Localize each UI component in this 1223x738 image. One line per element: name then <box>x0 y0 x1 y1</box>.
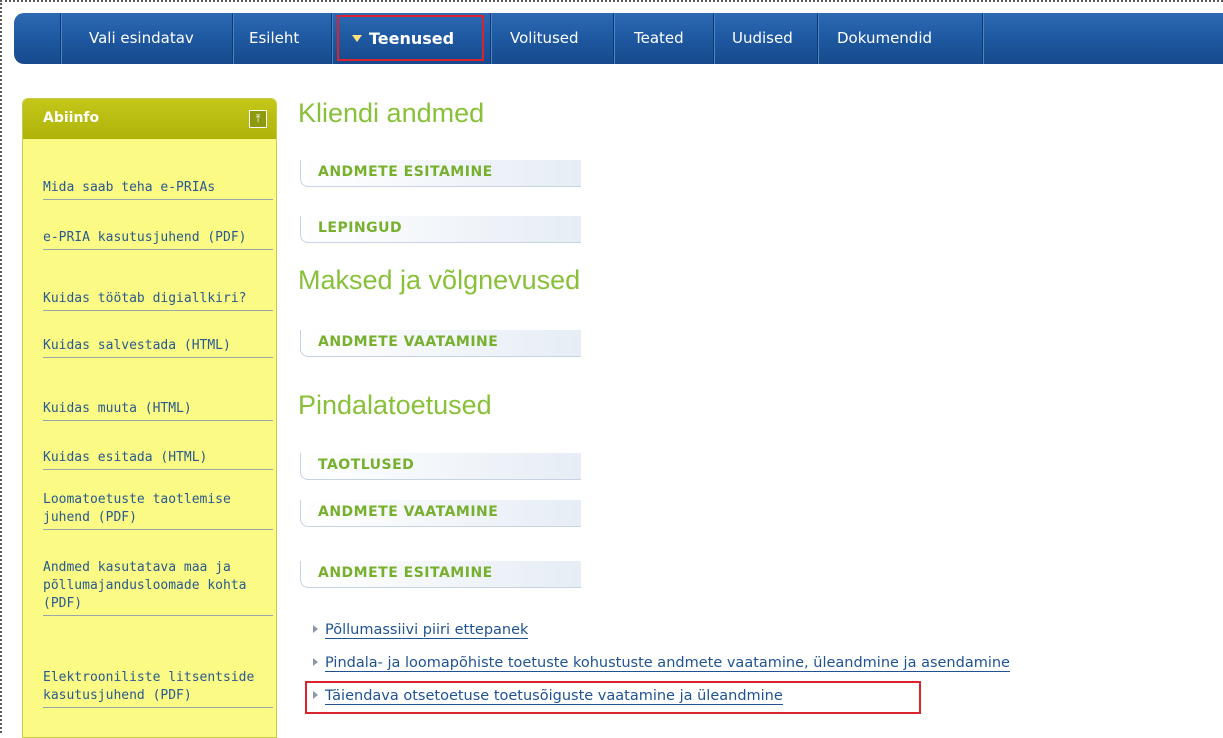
nav-item-esileht[interactable]: Esileht <box>249 13 299 64</box>
nav-separator <box>982 13 983 64</box>
sidebar-link-esitada[interactable]: Kuidas esitada (HTML) <box>43 449 273 470</box>
nav-item-volitused[interactable]: Volitused <box>510 13 579 64</box>
screenshot-border-left <box>0 0 2 733</box>
nav-separator <box>713 13 714 64</box>
section-andmete-vaatamine[interactable]: ANDMETE VAATAMINE <box>300 330 581 357</box>
sidebar-link-muuta[interactable]: Kuidas muuta (HTML) <box>43 400 273 421</box>
section-label: ANDMETE ESITAMINE <box>318 565 493 581</box>
sidebar-link-kasutusjuhend[interactable]: e-PRIA kasutusjuhend (PDF) <box>43 229 273 250</box>
sidebar-link-loomatoetuste-juhend[interactable]: Loomatoetuste taotlemise juhend (PDF) <box>43 491 273 530</box>
sidebar-title: Abiinfo <box>43 110 100 126</box>
section-label: ANDMETE VAATAMINE <box>318 334 499 350</box>
top-navigation: Vali esindatav Esileht Volitused Teated … <box>14 13 1223 64</box>
section-label: TAOTLUSED <box>318 457 415 473</box>
link-text: Põllumassiivi piiri ettepanek <box>325 622 529 639</box>
sidebar-link-litsentside-juhend[interactable]: Elektrooniliste litsentside kasutusjuhen… <box>43 669 273 708</box>
link-text: Pindala- ja loomapõhiste toetuste kohust… <box>325 655 1010 672</box>
collapse-icon[interactable]: ⤒ <box>249 110 267 128</box>
section-andmete-esitamine[interactable]: ANDMETE ESITAMINE <box>300 561 581 588</box>
arrow-right-icon <box>313 658 318 666</box>
service-link-pollumassiivi-piir[interactable]: Põllumassiivi piiri ettepanek <box>313 622 529 639</box>
sidebar-link-digiallkiri[interactable]: Kuidas töötab digiallkiri? <box>43 290 273 311</box>
nav-item-dokumendid[interactable]: Dokumendid <box>837 13 932 64</box>
highlight-box <box>305 681 921 714</box>
section-andmete-vaatamine[interactable]: ANDMETE VAATAMINE <box>300 500 581 527</box>
service-link-kohustuste-andmed[interactable]: Pindala- ja loomapõhiste toetuste kohust… <box>313 655 1010 672</box>
section-andmete-esitamine[interactable]: ANDMETE ESITAMINE <box>300 160 581 187</box>
dropdown-triangle-icon <box>352 35 362 42</box>
screenshot-border-top <box>0 0 1223 2</box>
group-title-kliendi-andmed: Kliendi andmed <box>298 98 485 128</box>
section-label: ANDMETE VAATAMINE <box>318 504 499 520</box>
arrow-right-icon <box>313 625 318 633</box>
nav-separator <box>817 13 818 64</box>
nav-separator <box>490 13 491 64</box>
section-lepingud[interactable]: LEPINGUD <box>300 216 581 243</box>
group-title-pindalatoetused: Pindalatoetused <box>298 390 492 420</box>
nav-separator <box>60 13 61 64</box>
sidebar-header: Abiinfo ⤒ <box>23 99 276 139</box>
sidebar-link-andmed-maa[interactable]: Andmed kasutatava maa ja põllumajanduslo… <box>43 559 273 616</box>
nav-item-vali-esindatav[interactable]: Vali esindatav <box>89 13 194 64</box>
nav-separator <box>613 13 614 64</box>
nav-separator <box>232 13 233 64</box>
section-label: ANDMETE ESITAMINE <box>318 164 493 180</box>
sidebar-link-mida-saab-teha[interactable]: Mida saab teha e-PRIAs <box>43 179 273 200</box>
section-taotlused[interactable]: TAOTLUSED <box>300 453 581 480</box>
nav-item-teenused-label: Teenused <box>369 29 455 48</box>
help-sidebar: Abiinfo ⤒ Mida saab teha e-PRIAs e-PRIA … <box>22 98 277 738</box>
nav-item-uudised[interactable]: Uudised <box>732 13 793 64</box>
sidebar-link-salvestada[interactable]: Kuidas salvestada (HTML) <box>43 337 273 358</box>
section-label: LEPINGUD <box>318 220 403 236</box>
nav-separator <box>331 13 332 64</box>
group-title-maksed-ja-volgnevused: Maksed ja võlgnevused <box>298 265 581 295</box>
nav-item-teenused[interactable]: Teenused <box>337 15 484 61</box>
nav-item-teated[interactable]: Teated <box>634 13 684 64</box>
